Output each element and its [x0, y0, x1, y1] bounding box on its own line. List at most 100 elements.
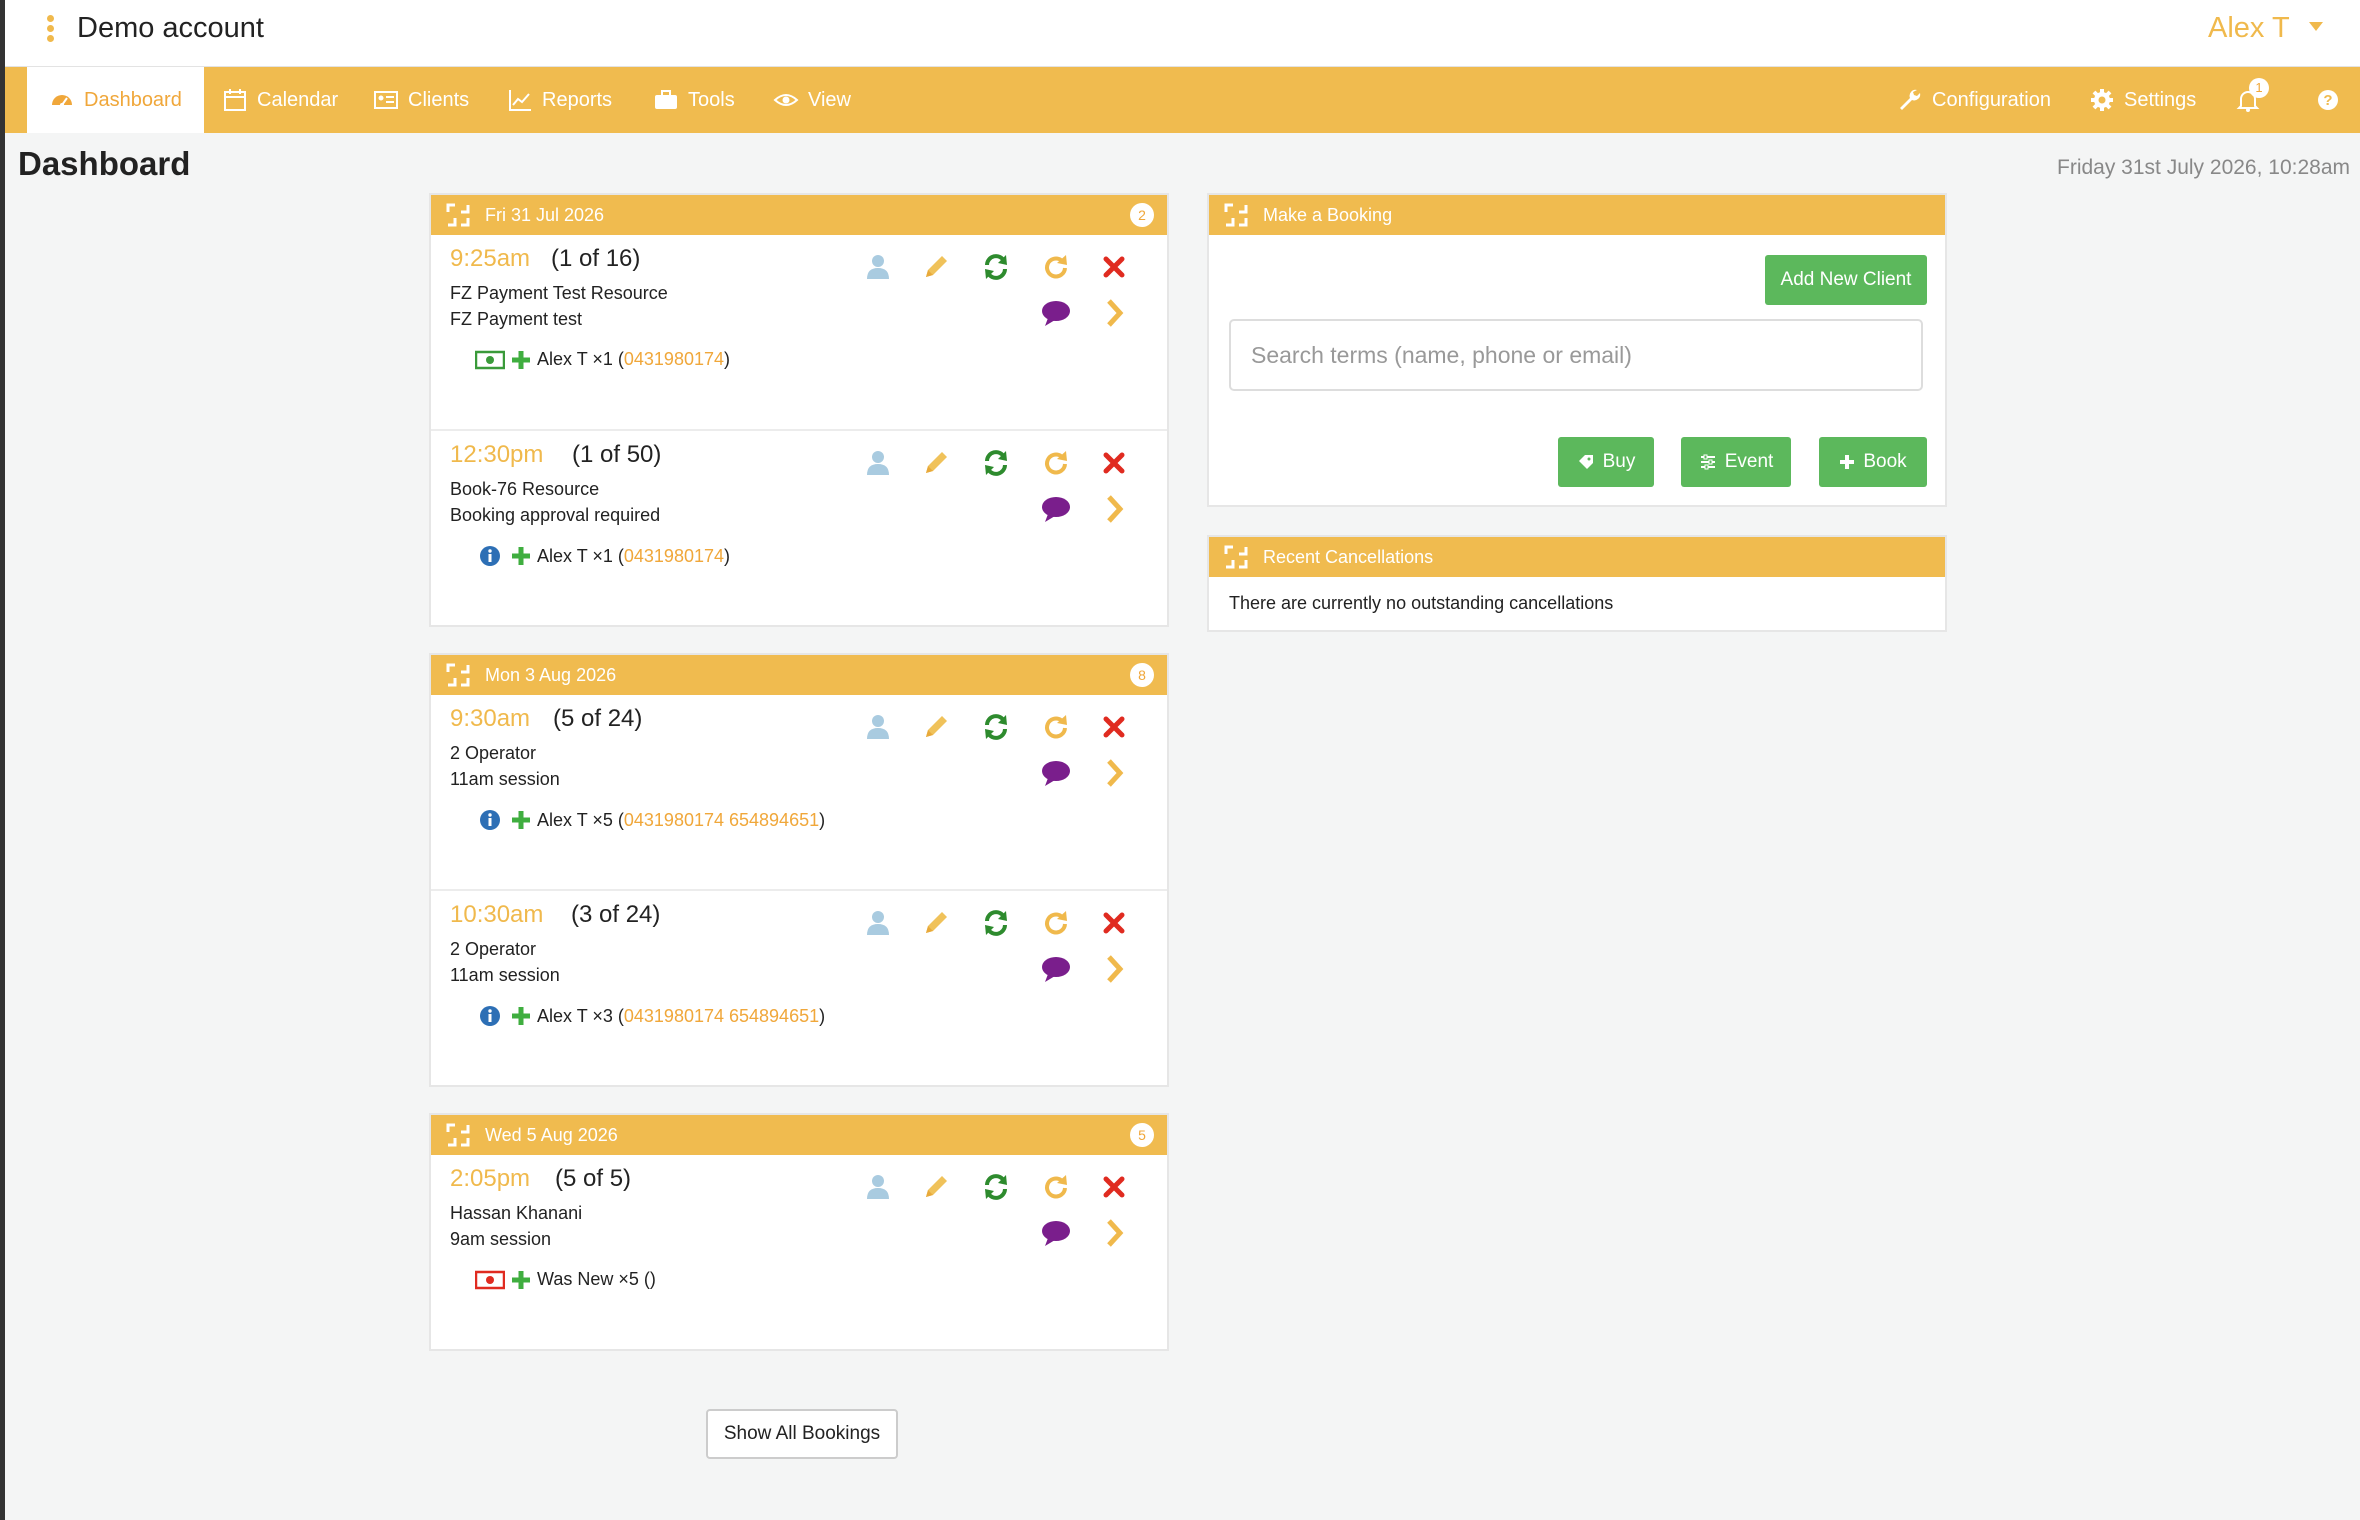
nav-configuration[interactable]: Configuration — [1875, 67, 2073, 133]
cancel-booking-icon[interactable] — [1098, 711, 1130, 743]
chevron-right-icon[interactable] — [1098, 757, 1130, 789]
add-attendee-icon[interactable] — [511, 546, 531, 566]
svg-text:?: ? — [2323, 92, 2332, 109]
book-button[interactable]: Book — [1819, 437, 1927, 487]
user-menu[interactable]: Alex T — [2208, 12, 2290, 45]
expand-corner-icon — [1224, 203, 1248, 227]
help-icon: ? — [2318, 90, 2338, 110]
nav-view[interactable]: View — [751, 67, 873, 133]
nav-calendar[interactable]: Calendar — [200, 67, 360, 133]
cancel-booking-icon[interactable] — [1098, 1171, 1130, 1203]
message-chat-icon[interactable] — [1040, 757, 1072, 789]
cancel-booking-icon[interactable] — [1098, 907, 1130, 939]
cancellations-header: Recent Cancellations — [1209, 537, 1945, 577]
repeat-icon[interactable] — [1040, 907, 1072, 939]
add-attendee-icon[interactable] — [511, 810, 531, 830]
notifications-button[interactable]: 1 — [2213, 67, 2283, 133]
info-icon — [475, 809, 505, 831]
day-panel-header[interactable]: Fri 31 Jul 2026 2 — [431, 195, 1167, 235]
client-phone[interactable]: 0431980174 654894651 — [624, 810, 819, 830]
booking-resource: Book-76 Resource — [450, 479, 600, 499]
booking-item: 2:05pm (5 of 5) Hassan Khanani 9am sessi… — [431, 1155, 1167, 1351]
edit-pencil-icon[interactable] — [920, 1171, 952, 1203]
nav-tools-label: Tools — [688, 88, 735, 111]
book-label: Book — [1863, 451, 1907, 472]
reschedule-icon[interactable] — [980, 447, 1012, 479]
client-name: Alex T ×5 ( — [537, 809, 624, 830]
repeat-icon[interactable] — [1040, 251, 1072, 283]
booking-resource: 2 Operator — [450, 743, 537, 763]
assign-staff-icon[interactable] — [862, 907, 894, 939]
message-chat-icon[interactable] — [1040, 297, 1072, 329]
buy-button[interactable]: Buy — [1558, 437, 1654, 487]
chevron-down-icon[interactable] — [2309, 22, 2323, 31]
plus-icon — [1840, 455, 1855, 469]
notification-badge: 1 — [2249, 78, 2269, 98]
paid-cash-icon — [475, 350, 505, 370]
chevron-right-icon[interactable] — [1098, 1217, 1130, 1249]
assign-staff-icon[interactable] — [862, 447, 894, 479]
nav-clients-label: Clients — [408, 88, 470, 111]
edit-pencil-icon[interactable] — [920, 711, 952, 743]
reschedule-icon[interactable] — [980, 711, 1012, 743]
repeat-icon[interactable] — [1040, 711, 1072, 743]
chevron-right-icon[interactable] — [1098, 493, 1130, 525]
make-booking-header: Make a Booking — [1209, 195, 1945, 235]
assign-staff-icon[interactable] — [862, 251, 894, 283]
repeat-icon[interactable] — [1040, 447, 1072, 479]
repeat-icon[interactable] — [1040, 1171, 1072, 1203]
booking-time[interactable]: 10:30am — [450, 901, 543, 929]
event-label: Event — [1724, 451, 1774, 472]
message-chat-icon[interactable] — [1040, 953, 1072, 985]
assign-staff-icon[interactable] — [862, 711, 894, 743]
chevron-right-icon[interactable] — [1098, 953, 1130, 985]
message-chat-icon[interactable] — [1040, 493, 1072, 525]
buy-label: Buy — [1602, 451, 1636, 472]
nav-configuration-label: Configuration — [1932, 88, 2051, 111]
reschedule-icon[interactable] — [980, 907, 1012, 939]
reschedule-icon[interactable] — [980, 251, 1012, 283]
day-panel-header[interactable]: Mon 3 Aug 2026 8 — [431, 655, 1167, 695]
nav-clients[interactable]: Clients — [351, 67, 491, 133]
booking-item: 12:30pm (1 of 50) Book-76 Resource Booki… — [431, 431, 1167, 627]
booking-time[interactable]: 2:05pm — [450, 1165, 530, 1193]
assign-staff-icon[interactable] — [862, 1171, 894, 1203]
event-button[interactable]: Event — [1681, 437, 1791, 487]
nav-tools[interactable]: Tools — [631, 67, 757, 133]
cancel-booking-icon[interactable] — [1098, 251, 1130, 283]
line-chart-icon — [509, 90, 531, 111]
client-search-input[interactable] — [1229, 319, 1923, 391]
reschedule-icon[interactable] — [980, 1171, 1012, 1203]
booking-session: FZ Payment test — [450, 309, 583, 329]
cancel-booking-icon[interactable] — [1098, 447, 1130, 479]
add-attendee-icon[interactable] — [511, 350, 531, 370]
info-icon — [475, 545, 505, 567]
edit-pencil-icon[interactable] — [920, 907, 952, 939]
message-chat-icon[interactable] — [1040, 1217, 1072, 1249]
nav-reports[interactable]: Reports — [485, 67, 634, 133]
edit-pencil-icon[interactable] — [920, 251, 952, 283]
booking-client: Alex T ×1 (0431980174) — [475, 349, 730, 370]
edit-pencil-icon[interactable] — [920, 447, 952, 479]
day-panel-header[interactable]: Wed 5 Aug 2026 5 — [431, 1115, 1167, 1155]
booking-time[interactable]: 12:30pm — [450, 441, 543, 469]
add-attendee-icon[interactable] — [511, 1006, 531, 1026]
nav-dashboard[interactable]: Dashboard — [27, 67, 204, 133]
client-phone[interactable]: 0431980174 654894651 — [624, 1006, 819, 1026]
chevron-right-icon[interactable] — [1098, 297, 1130, 329]
booking-time[interactable]: 9:25am — [450, 245, 530, 273]
help-button[interactable]: ? — [2293, 67, 2360, 133]
show-all-bookings-button[interactable]: Show All Bookings — [706, 1409, 898, 1459]
booking-time[interactable]: 9:30am — [450, 705, 530, 733]
day-panel: Wed 5 Aug 2026 5 2:05pm (5 of 5) Hassan K… — [429, 1113, 1169, 1351]
client-phone[interactable]: 0431980174 — [624, 349, 724, 369]
add-new-client-button[interactable]: Add New Client — [1765, 255, 1927, 305]
make-booking-title: Make a Booking — [1263, 204, 1393, 225]
booking-resource: FZ Payment Test Resource — [450, 283, 668, 303]
menu-kebab-icon[interactable] — [47, 15, 55, 43]
client-phone[interactable]: 0431980174 — [624, 546, 724, 566]
briefcase-icon — [655, 90, 677, 109]
add-attendee-icon[interactable] — [511, 1270, 531, 1290]
booking-capacity: (5 of 24) — [553, 705, 643, 732]
nav-settings[interactable]: Settings — [2067, 67, 2218, 133]
